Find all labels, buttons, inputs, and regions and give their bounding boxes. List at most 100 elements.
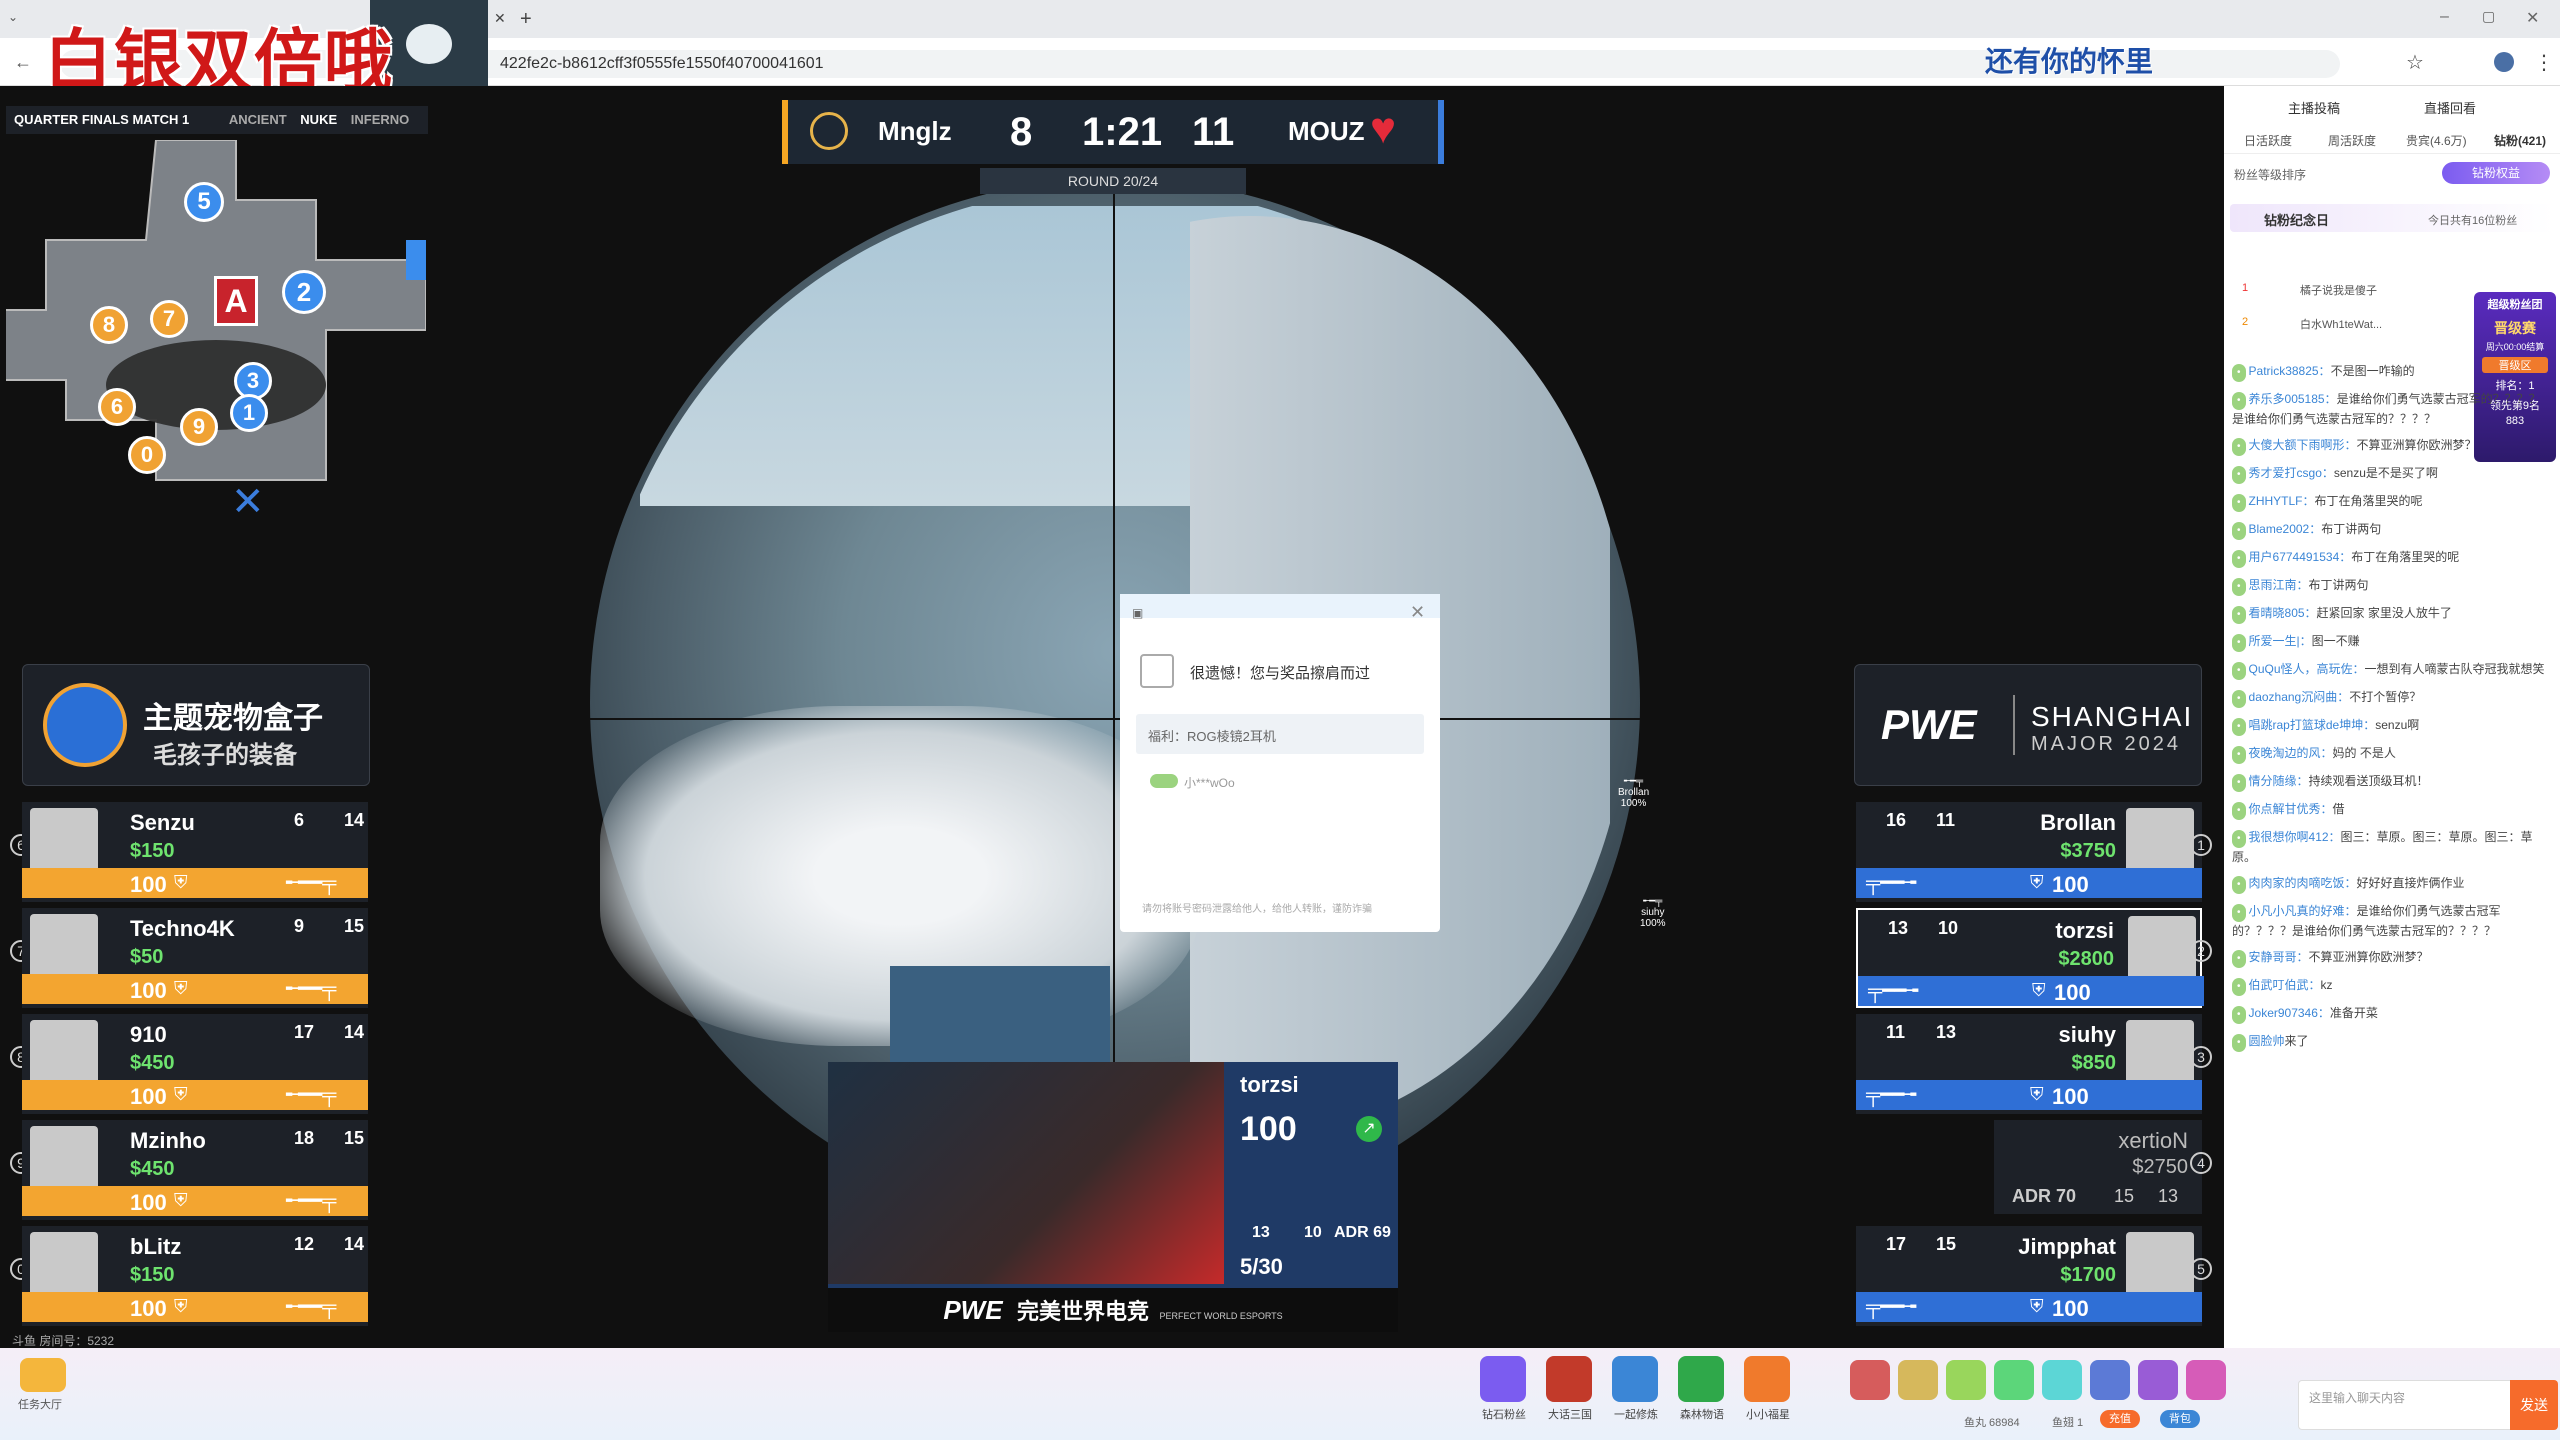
right-player-row[interactable]: Brollan $3750 16 11 ⛨ 100 ╤━━╼ bbox=[1856, 802, 2202, 902]
rank-tab-vip[interactable]: 贵宾(4.6万) bbox=[2406, 132, 2467, 149]
chat-message[interactable]: • 夜晚淘边的风：妈的 不是人 bbox=[2224, 740, 2560, 768]
send-button[interactable]: 发送 bbox=[2510, 1380, 2558, 1430]
gift-icon[interactable] bbox=[1744, 1356, 1790, 1402]
window-minimize-icon[interactable]: – bbox=[2440, 8, 2449, 26]
window-close-icon[interactable]: ✕ bbox=[2526, 8, 2539, 28]
bag-button[interactable]: 背包 bbox=[2160, 1410, 2200, 1428]
gift-item-icon[interactable] bbox=[2090, 1360, 2130, 1400]
bookmark-star-icon[interactable]: ☆ bbox=[2406, 50, 2424, 75]
chat-username[interactable]: 看晴晓805： bbox=[2249, 606, 2317, 620]
chat-message[interactable]: • 大傻大额下雨啊形：不算亚洲算你欧洲梦？ bbox=[2224, 432, 2560, 460]
chat-message[interactable]: • Blame2002：布丁讲两句 bbox=[2224, 516, 2560, 544]
chat-message[interactable]: • 小凡小凡真的好难：是谁给你们勇气选蒙古冠军的？？？？是谁给你们勇气选蒙古冠军的… bbox=[2224, 898, 2560, 944]
chat-message[interactable]: • Joker907346：准备开菜 bbox=[2224, 1000, 2560, 1028]
gift-item-icon[interactable] bbox=[2042, 1360, 2082, 1400]
gift-item-icon[interactable] bbox=[1850, 1360, 1890, 1400]
tab-chevron-icon[interactable]: ⌄ bbox=[8, 10, 24, 26]
left-player-row[interactable]: Techno4K $50 9 15 100 ⛨ ╾━━╤ bbox=[22, 908, 368, 1008]
chat-message[interactable]: • daozhang沉闷曲：不打个暂停？ bbox=[2224, 684, 2560, 712]
chat-username[interactable]: Joker907346： bbox=[2249, 1006, 2330, 1020]
task-hall-label[interactable]: 任务大厅 bbox=[18, 1396, 62, 1412]
gift-icon[interactable] bbox=[1480, 1356, 1526, 1402]
chat-message[interactable]: • 伯武叮伯武：kz bbox=[2224, 972, 2560, 1000]
chat-message[interactable]: • 所爱一生|：图一不赚 bbox=[2224, 628, 2560, 656]
chat-username[interactable]: 大傻大额下雨啊形： bbox=[2249, 438, 2357, 452]
chat-username[interactable]: 秀才爱打csgo： bbox=[2249, 466, 2334, 480]
chat-text: 准备开菜 bbox=[2329, 1006, 2378, 1020]
chat-input[interactable]: 这里输入聊天内容 bbox=[2298, 1380, 2526, 1430]
window-maximize-icon[interactable]: ▢ bbox=[2482, 8, 2495, 25]
chat-username[interactable]: 唱跳rap打篮球de坤坤： bbox=[2249, 718, 2376, 732]
player-hp: 100 bbox=[130, 1190, 167, 1215]
chat-username[interactable]: QuQu怪人，高玩佐： bbox=[2249, 662, 2365, 676]
chat-username[interactable]: 情分随缘： bbox=[2249, 774, 2309, 788]
chat-username[interactable]: 夜晚淘边的风： bbox=[2249, 746, 2333, 760]
chat-message[interactable]: • ZHHYTLF：布丁在角落里哭的呢 bbox=[2224, 488, 2560, 516]
chat-username[interactable]: Patrick38825： bbox=[2249, 364, 2331, 378]
rank-tab-daily[interactable]: 日活跃度 bbox=[2244, 132, 2292, 149]
chat-message[interactable]: • 看晴晓805：赶紧回家 家里没人放牛了 bbox=[2224, 600, 2560, 628]
chat-username[interactable]: 我很想你啊412： bbox=[2249, 830, 2341, 844]
chat-username[interactable]: Blame2002： bbox=[2249, 522, 2322, 536]
right-player-row[interactable]: siuhy $850 11 13 ⛨ 100 ╤━━╼ bbox=[1856, 1014, 2202, 1114]
chat-username[interactable]: 肉肉家的肉嘀吃饭： bbox=[2249, 876, 2357, 890]
gift-item-icon[interactable] bbox=[1946, 1360, 1986, 1400]
left-player-row[interactable]: Mzinho $450 18 15 100 ⛨ ╾━━╤ bbox=[22, 1120, 368, 1220]
gift-item-icon[interactable] bbox=[1994, 1360, 2034, 1400]
round-indicator: ROUND 20/24 bbox=[980, 168, 1246, 194]
left-player-row[interactable]: Senzu $150 6 14 100 ⛨ ╾━━╤ bbox=[22, 802, 368, 902]
ad-banner-left[interactable]: 主题宠物盒子 毛孩子的装备 bbox=[22, 664, 370, 786]
right-player-row[interactable]: torzsi $2800 13 10 ⛨ 100 ╤━━╼ bbox=[1856, 908, 2204, 1008]
chat-message[interactable]: • 肉肉家的肉嘀吃饭：好好好直接炸俩作业 bbox=[2224, 870, 2560, 898]
gift-icon[interactable] bbox=[1678, 1356, 1724, 1402]
fan-benefits-button[interactable]: 钻粉权益 bbox=[2442, 162, 2550, 184]
chat-username[interactable]: daozhang沉闷曲： bbox=[2249, 690, 2350, 704]
chat-username[interactable]: 圆脸帅 bbox=[2249, 1034, 2285, 1048]
gift-item-icon[interactable] bbox=[2186, 1360, 2226, 1400]
rank-tab-weekly[interactable]: 周活跃度 bbox=[2328, 132, 2376, 149]
ad-banner-right[interactable]: PWE SHANGHAI MAJOR 2024 bbox=[1854, 664, 2202, 786]
chat-message[interactable]: • Patrick38825：不是图一咋输的 bbox=[2224, 358, 2560, 386]
chat-message[interactable]: • 我很想你啊412：图三：草原。图三：草原。图三：草原。 bbox=[2224, 824, 2560, 870]
chat-username[interactable]: 你点解甘优秀： bbox=[2249, 802, 2333, 816]
chat-message[interactable]: • 唱跳rap打篮球de坤坤：senzu啊 bbox=[2224, 712, 2560, 740]
chat-username[interactable]: 小凡小凡真的好难： bbox=[2249, 904, 2357, 918]
chat-message[interactable]: • 养乐多005185：是谁给你们勇气选蒙古冠军的？？？？是谁给你们勇气选蒙古冠军… bbox=[2224, 386, 2560, 432]
chat-message[interactable]: • 用户6774491534：布丁在角落里哭的呢 bbox=[2224, 544, 2560, 572]
chat-username[interactable]: 安静哥哥： bbox=[2249, 950, 2309, 964]
chat-username[interactable]: 用户6774491534： bbox=[2249, 550, 2352, 564]
menu-dots-icon[interactable]: ⋮ bbox=[2534, 50, 2554, 75]
chat-message[interactable]: • 圆脸帅来了 bbox=[2224, 1028, 2560, 1056]
chat-message[interactable]: • 你点解甘优秀：借 bbox=[2224, 796, 2560, 824]
user-level-badge: • bbox=[2232, 392, 2246, 410]
chat-username[interactable]: 所爱一生|： bbox=[2249, 634, 2312, 648]
modal-close-icon[interactable]: ✕ bbox=[1410, 602, 1425, 623]
back-icon[interactable]: ← bbox=[14, 52, 32, 73]
chat-username[interactable]: 养乐多005185： bbox=[2249, 392, 2337, 406]
chat-message[interactable]: • 思雨江南：布丁讲两句 bbox=[2224, 572, 2560, 600]
gift-icon[interactable] bbox=[1546, 1356, 1592, 1402]
recharge-button[interactable]: 充值 bbox=[2100, 1410, 2140, 1428]
chat-message[interactable]: • 秀才爱打csgo：senzu是不是买了啊 bbox=[2224, 460, 2560, 488]
chat-tab-contribution[interactable]: 主播投稿 bbox=[2288, 98, 2340, 117]
chat-message[interactable]: • 情分随缘：持续观看送顶级耳机！ bbox=[2224, 768, 2560, 796]
task-hall-icon[interactable] bbox=[20, 1358, 66, 1392]
chat-username[interactable]: ZHHYTLF： bbox=[2249, 494, 2315, 508]
sort-label[interactable]: 粉丝等级排序 bbox=[2234, 166, 2306, 183]
chat-tab-replay[interactable]: 直播回看 bbox=[2424, 98, 2476, 117]
profile-icon[interactable] bbox=[2494, 52, 2514, 72]
chat-username[interactable]: 伯武叮伯武： bbox=[2249, 978, 2321, 992]
chat-message[interactable]: • QuQu怪人，高玩佐：一想到有人嘀蒙古队夺冠我就想笑 bbox=[2224, 656, 2560, 684]
gift-item-icon[interactable] bbox=[1898, 1360, 1938, 1400]
left-player-row[interactable]: bLitz $150 12 14 100 ⛨ ╾━━╤ bbox=[22, 1226, 368, 1326]
chat-message-list[interactable]: • Patrick38825：不是图一咋输的 • 养乐多005185：是谁给你们勇气… bbox=[2224, 358, 2560, 1348]
tab-close-icon[interactable]: ✕ bbox=[494, 10, 506, 27]
gift-item-icon[interactable] bbox=[2138, 1360, 2178, 1400]
new-tab-button[interactable]: + bbox=[520, 8, 532, 31]
chat-message[interactable]: • 安静哥哥：不算亚洲算你欧洲梦？ bbox=[2224, 944, 2560, 972]
right-player-row[interactable]: Jimpphat $1700 17 15 ⛨ 100 ╤━━╼ bbox=[1856, 1226, 2202, 1326]
left-player-row[interactable]: 910 $450 17 14 100 ⛨ ╾━━╤ bbox=[22, 1014, 368, 1114]
gift-icon[interactable] bbox=[1612, 1356, 1658, 1402]
chat-username[interactable]: 思雨江南： bbox=[2249, 578, 2309, 592]
rank-tab-diamond[interactable]: 钻粉(421) bbox=[2494, 132, 2546, 149]
